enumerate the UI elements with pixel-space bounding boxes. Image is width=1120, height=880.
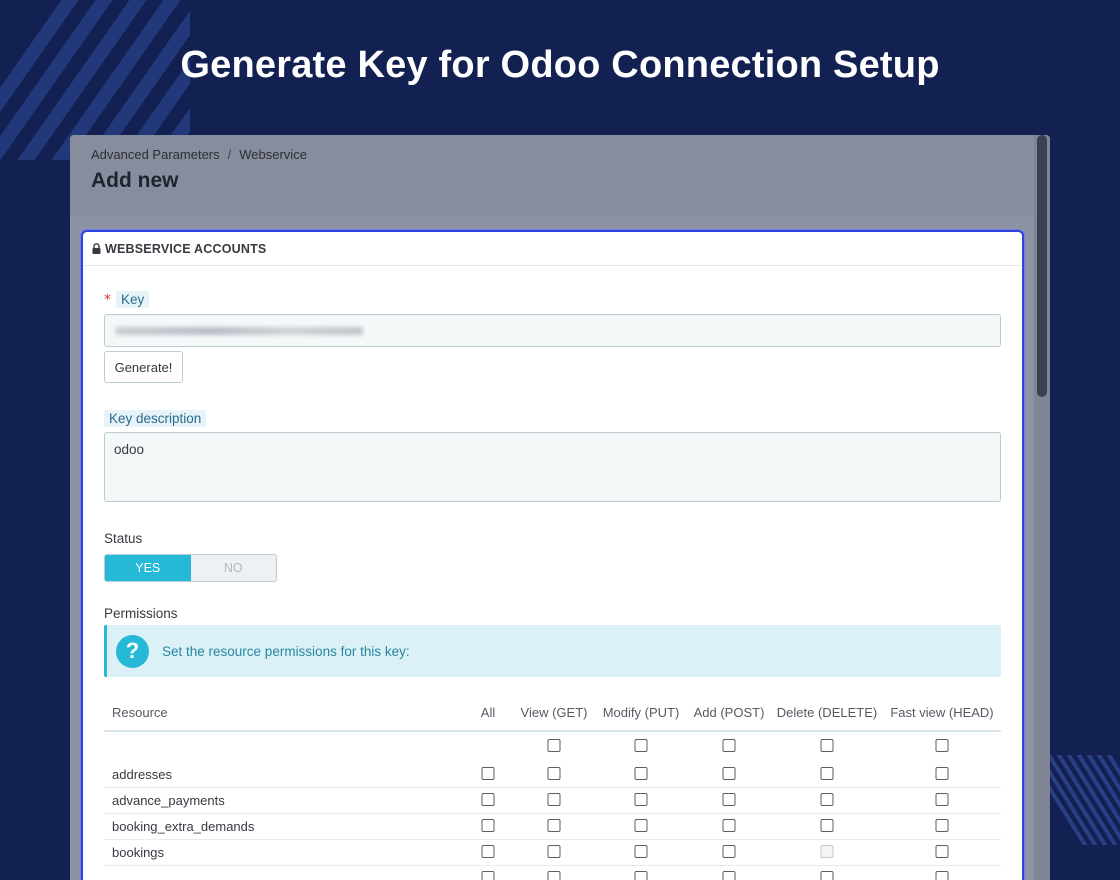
select-all-view-checkbox[interactable] bbox=[547, 739, 561, 752]
status-yes-option[interactable]: YES bbox=[105, 555, 191, 581]
select-all-fast-view-checkbox[interactable] bbox=[935, 739, 949, 752]
modify-checkbox[interactable] bbox=[634, 792, 648, 806]
all-checkbox[interactable] bbox=[481, 870, 495, 880]
key-label-group: * Key bbox=[104, 289, 150, 308]
permissions-table: Resource All View (GET) Modify (PUT) Add… bbox=[104, 694, 1001, 880]
key-input[interactable] bbox=[104, 314, 1001, 347]
obscured-key-value bbox=[115, 327, 363, 335]
status-toggle[interactable]: YES NO bbox=[104, 554, 277, 582]
delete-checkbox[interactable] bbox=[820, 792, 834, 806]
column-header-modify: Modify (PUT) bbox=[602, 704, 680, 720]
breadcrumb-separator: / bbox=[227, 147, 232, 162]
resource-name: booking_extra_demands bbox=[112, 819, 255, 834]
modify-checkbox[interactable] bbox=[634, 818, 648, 832]
view-checkbox[interactable] bbox=[547, 792, 561, 806]
status-no-option[interactable]: NO bbox=[191, 555, 277, 581]
resource-name: addresses bbox=[112, 767, 172, 782]
breadcrumb: Advanced Parameters / Webservice bbox=[91, 147, 307, 162]
table-row: bookings bbox=[104, 840, 1001, 866]
banner-title: Generate Key for Odoo Connection Setup bbox=[180, 44, 940, 86]
column-header-resource: Resource bbox=[112, 704, 168, 720]
delete-checkbox[interactable] bbox=[820, 766, 834, 780]
select-all-add-checkbox[interactable] bbox=[722, 739, 736, 752]
resource-name: advance_payments bbox=[112, 793, 225, 808]
add-checkbox[interactable] bbox=[722, 818, 736, 832]
all-checkbox[interactable] bbox=[481, 844, 495, 858]
add-checkbox[interactable] bbox=[722, 844, 736, 858]
page-title: Add new bbox=[91, 169, 179, 192]
resource-name: bookings bbox=[112, 845, 165, 860]
page-header: Advanced Parameters / Webservice Add new bbox=[70, 135, 1034, 216]
fast-view-checkbox[interactable] bbox=[935, 818, 949, 832]
permissions-label: Permissions bbox=[104, 606, 178, 621]
lock-icon bbox=[92, 243, 101, 254]
fast-view-checkbox[interactable] bbox=[935, 844, 949, 858]
fast-view-checkbox[interactable] bbox=[935, 766, 949, 780]
modify-checkbox[interactable] bbox=[634, 870, 648, 880]
delete-checkbox[interactable] bbox=[820, 870, 834, 880]
scrollbar-thumb[interactable] bbox=[1037, 135, 1047, 397]
table-header-row: Resource All View (GET) Modify (PUT) Add… bbox=[104, 694, 1001, 732]
generate-button[interactable]: Generate! bbox=[104, 351, 183, 383]
all-checkbox[interactable] bbox=[481, 792, 495, 806]
table-row: advance_payments bbox=[104, 788, 1001, 814]
add-checkbox[interactable] bbox=[722, 766, 736, 780]
fast-view-checkbox[interactable] bbox=[935, 870, 949, 880]
status-label: Status bbox=[104, 531, 143, 546]
key-description-label-group: Key description bbox=[104, 408, 207, 427]
admin-window: Advanced Parameters / Webservice Add new W… bbox=[70, 135, 1050, 880]
permissions-info-alert: ? Set the resource permissions for this … bbox=[104, 625, 1001, 677]
add-checkbox[interactable] bbox=[722, 792, 736, 806]
table-row bbox=[104, 866, 1001, 880]
decorative-stripes-bottom-right bbox=[1045, 755, 1120, 845]
column-header-fast-view: Fast view (HEAD) bbox=[890, 704, 994, 720]
panel-heading: WEBSERVICE ACCOUNTS bbox=[83, 232, 1022, 266]
required-marker: * bbox=[104, 292, 111, 308]
select-all-modify-checkbox[interactable] bbox=[634, 739, 648, 752]
all-checkbox[interactable] bbox=[481, 818, 495, 832]
add-checkbox[interactable] bbox=[722, 870, 736, 880]
all-checkbox[interactable] bbox=[481, 766, 495, 780]
permissions-info-text: Set the resource permissions for this ke… bbox=[162, 643, 410, 659]
select-all-row bbox=[104, 732, 1001, 762]
delete-checkbox[interactable] bbox=[820, 818, 834, 832]
view-checkbox[interactable] bbox=[547, 818, 561, 832]
key-description-label: Key description bbox=[104, 410, 207, 427]
table-row: booking_extra_demands bbox=[104, 814, 1001, 840]
webservice-accounts-panel: WEBSERVICE ACCOUNTS * Key Generate! Key d… bbox=[81, 230, 1024, 880]
panel-heading-text: WEBSERVICE ACCOUNTS bbox=[105, 241, 267, 256]
column-header-view: View (GET) bbox=[520, 704, 588, 720]
column-header-add: Add (POST) bbox=[693, 704, 765, 720]
view-checkbox[interactable] bbox=[547, 766, 561, 780]
view-checkbox[interactable] bbox=[547, 870, 561, 880]
breadcrumb-item-webservice[interactable]: Webservice bbox=[239, 147, 307, 162]
modify-checkbox[interactable] bbox=[634, 766, 648, 780]
table-row: addresses bbox=[104, 762, 1001, 788]
view-checkbox[interactable] bbox=[547, 844, 561, 858]
breadcrumb-item-advanced-parameters[interactable]: Advanced Parameters bbox=[91, 147, 220, 162]
vertical-scrollbar[interactable] bbox=[1034, 135, 1050, 880]
modify-checkbox[interactable] bbox=[634, 844, 648, 858]
column-header-delete: Delete (DELETE) bbox=[776, 704, 878, 720]
key-description-textarea[interactable]: odoo bbox=[104, 432, 1001, 502]
select-all-delete-checkbox[interactable] bbox=[820, 739, 834, 752]
column-header-all: All bbox=[480, 704, 496, 720]
question-icon: ? bbox=[116, 634, 149, 668]
fast-view-checkbox[interactable] bbox=[935, 792, 949, 806]
delete-checkbox bbox=[820, 844, 834, 858]
key-label: Key bbox=[116, 291, 150, 308]
